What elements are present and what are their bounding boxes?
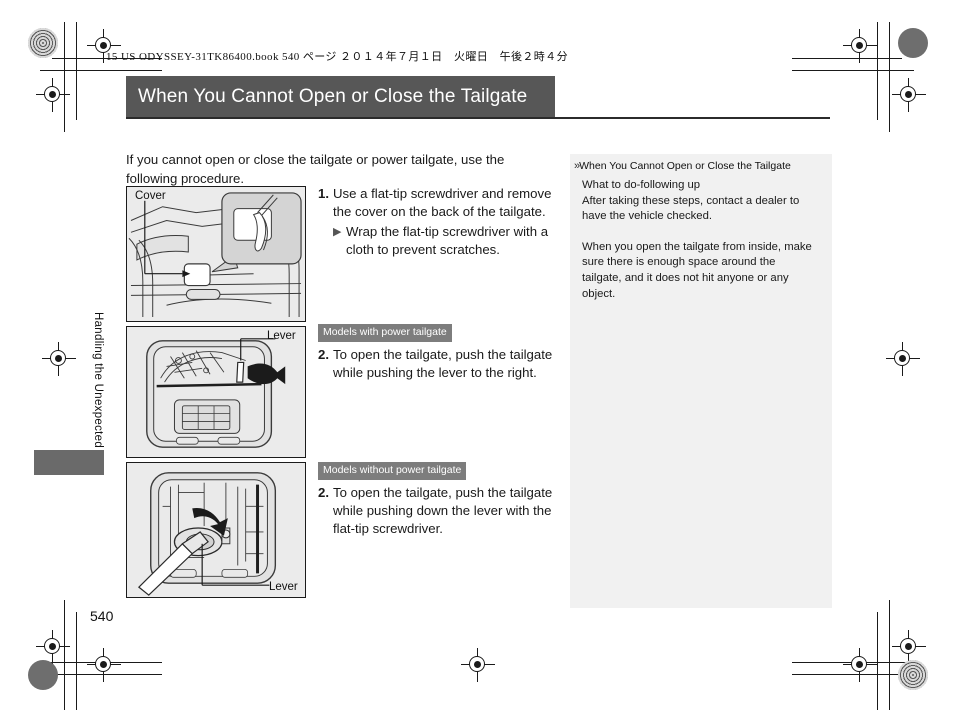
step-1: 1. Use a flat-tip screwdriver and remove… [318, 185, 563, 260]
crop-line-top-right-v2 [877, 22, 878, 120]
badge-models-without-power-tailgate: Models without power tailgate [318, 462, 467, 480]
step-1-text: Use a flat-tip screwdriver and remove th… [333, 186, 552, 220]
density-patch-bottom-left [28, 660, 58, 690]
step-2-manual-number: 2. [318, 484, 329, 500]
registration-mark-top-left [36, 78, 70, 112]
crop-line-top-left-v2 [76, 22, 77, 120]
triangle-bullet-icon: ▶ [333, 225, 342, 238]
power-tailgate-lever-drawing [146, 338, 286, 448]
step-2-manual: Models without power tailgate 2. To open… [318, 460, 563, 539]
registration-mark-bottom-right [843, 648, 877, 682]
registration-mark-top-right [843, 29, 877, 63]
chapter-thumb-tab [34, 450, 104, 475]
registration-mark-bottom-center-left [87, 648, 121, 682]
intro-paragraph: If you cannot open or close the tailgate… [126, 152, 505, 186]
registration-mark-bottom-right-outer [892, 630, 926, 664]
step-2-manual-text: To open the tailgate, push the tailgate … [333, 484, 553, 537]
step-2-power: Models with power tailgate 2. To open th… [318, 322, 563, 382]
chapter-tab-label: Handling the Unexpected [92, 312, 104, 449]
print-job-header: 15 US ODYSSEY-31TK86400.book 540 ページ ２０１… [106, 51, 568, 63]
tailgate-cover-drawing [128, 192, 302, 318]
crop-line-bottom-right-v2 [877, 612, 878, 710]
density-patch-bottom-right [898, 660, 928, 690]
density-patch-top-left [28, 28, 58, 58]
figure-3-label-lever: Lever [269, 581, 298, 593]
title-underline-rule [126, 117, 830, 119]
figure-power-tailgate-lever [126, 326, 306, 458]
figure-manual-tailgate-lever [126, 462, 306, 598]
step-1-substep: ▶ Wrap the flat-tip screwdriver with a c… [318, 223, 563, 260]
page-number: 540 [90, 608, 114, 624]
side-note-panel: » When You Cannot Open or Close the Tail… [570, 154, 832, 608]
manual-tailgate-lever-drawing [137, 472, 277, 596]
crop-line-bottom-right-v [889, 600, 890, 710]
crop-line-top-left-v [64, 22, 65, 132]
registration-mark-bottom-center [461, 648, 495, 682]
page-title-bar: When You Cannot Open or Close the Tailga… [126, 76, 555, 118]
note-title: When You Cannot Open or Close the Tailga… [579, 160, 791, 172]
crop-line-top-right-v [889, 22, 890, 132]
registration-mark-top-right-outer [892, 78, 926, 112]
crop-line-top-right-h [792, 70, 914, 71]
note-paragraph-1: What to do-following up [582, 179, 701, 191]
badge-models-with-power-tailgate: Models with power tailgate [318, 324, 452, 342]
registration-mark-middle-right [886, 342, 920, 376]
page-title: When You Cannot Open or Close the Tailga… [138, 86, 528, 107]
note-body: What to do-following up After taking the… [570, 173, 832, 302]
step-1-substep-text: Wrap the flat-tip screwdriver with a clo… [346, 223, 549, 258]
step-2-power-number: 2. [318, 346, 329, 362]
crop-line-top-left-h [40, 70, 162, 71]
registration-mark-bottom-left [36, 630, 70, 664]
density-patch-top-right [898, 28, 928, 58]
figure-1-label-cover: Cover [135, 190, 166, 202]
figure-tailgate-cover [126, 186, 306, 322]
note-header: » When You Cannot Open or Close the Tail… [570, 154, 832, 173]
step-2-power-text: To open the tailgate, push the tailgate … [333, 346, 553, 380]
note-paragraph-2: After taking these steps, contact a deal… [582, 194, 800, 223]
registration-mark-middle-left [42, 342, 76, 376]
crop-line-bottom-left-v2 [76, 612, 77, 710]
figure-2-label-lever: Lever [267, 330, 296, 342]
step-1-number: 1. [318, 186, 329, 201]
note-paragraph-3: When you open the tailgate from inside, … [582, 240, 812, 300]
